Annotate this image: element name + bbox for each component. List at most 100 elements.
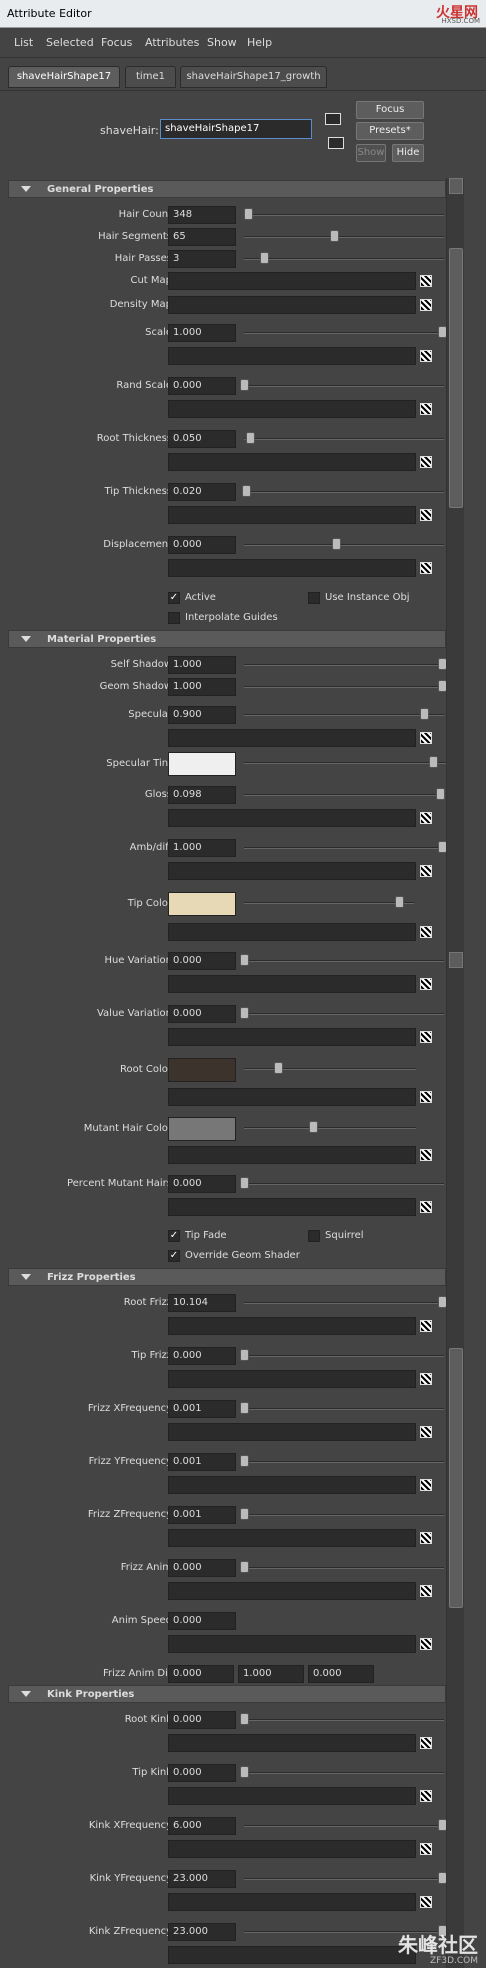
specular-map-field[interactable]: [168, 729, 416, 747]
slider-handle[interactable]: [438, 1872, 446, 1884]
menu-focus[interactable]: Focus: [101, 36, 132, 49]
slider-handle[interactable]: [438, 680, 446, 692]
tip-fade-checkbox[interactable]: ✓: [168, 1230, 180, 1242]
menu-list[interactable]: List: [14, 36, 33, 49]
slider-handle[interactable]: [260, 252, 269, 264]
map-button-icon[interactable]: [420, 1031, 432, 1043]
frizz-anim-field[interactable]: 0.000: [168, 1559, 236, 1577]
hide-button[interactable]: Hide: [392, 144, 424, 162]
slider-handle[interactable]: [242, 485, 251, 497]
specular-tint-swatch[interactable]: [168, 752, 236, 776]
map-button-icon[interactable]: [420, 350, 432, 362]
tip-thickness-field[interactable]: 0.020: [168, 483, 236, 501]
tip-color-map-field[interactable]: [168, 923, 416, 941]
map-button-icon[interactable]: [420, 1790, 432, 1802]
section-frizz[interactable]: Frizz Properties: [8, 1268, 446, 1286]
rand-scale-field[interactable]: 0.000: [168, 377, 236, 395]
mutant-color-slider[interactable]: [244, 1121, 416, 1133]
slider-handle[interactable]: [429, 756, 439, 768]
gloss-map-field[interactable]: [168, 809, 416, 827]
scale-slider[interactable]: [244, 326, 446, 338]
frizz-xfreq-field[interactable]: 0.001: [168, 1400, 236, 1418]
tab-time1[interactable]: time1: [125, 66, 176, 88]
frizz-zfreq-field[interactable]: 0.001: [168, 1506, 236, 1524]
focus-button[interactable]: Focus: [356, 101, 424, 119]
menu-show[interactable]: Show: [207, 36, 237, 49]
frizz-zfreq-map-field[interactable]: [168, 1529, 416, 1547]
scrollbar[interactable]: [446, 178, 464, 1968]
root-frizz-map-field[interactable]: [168, 1317, 416, 1335]
density-map-field[interactable]: [168, 296, 416, 314]
tip-kink-field[interactable]: 0.000: [168, 1764, 236, 1782]
input-connection-icon[interactable]: [325, 113, 341, 125]
value-variation-field[interactable]: 0.000: [168, 1005, 236, 1023]
frizz-xfreq-map-field[interactable]: [168, 1423, 416, 1441]
slider-handle[interactable]: [240, 379, 249, 391]
menu-attributes[interactable]: Attributes: [145, 36, 199, 49]
frizz-zfreq-slider[interactable]: [240, 1508, 444, 1520]
percent-mutant-slider[interactable]: [240, 1177, 444, 1189]
map-button-icon[interactable]: [420, 1479, 432, 1491]
map-button-icon[interactable]: [420, 509, 432, 521]
mutant-color-swatch[interactable]: [168, 1117, 236, 1141]
hue-variation-map-field[interactable]: [168, 975, 416, 993]
output-connection-icon[interactable]: [328, 137, 344, 149]
map-button-icon[interactable]: [420, 403, 432, 415]
interpolate-guides-checkbox[interactable]: [168, 612, 180, 624]
hair-segments-slider[interactable]: [244, 230, 444, 242]
frizz-yfreq-field[interactable]: 0.001: [168, 1453, 236, 1471]
tip-thickness-slider[interactable]: [242, 485, 444, 497]
slider-handle[interactable]: [438, 326, 446, 338]
frizz-yfreq-slider[interactable]: [240, 1455, 444, 1467]
slider-handle[interactable]: [438, 658, 446, 670]
show-button[interactable]: Show: [356, 144, 386, 162]
geom-shadow-field[interactable]: 1.000: [168, 678, 236, 696]
root-frizz-field[interactable]: 10.104: [168, 1294, 236, 1312]
rand-scale-slider[interactable]: [240, 379, 444, 391]
root-color-swatch[interactable]: [168, 1058, 236, 1082]
frizz-anim-slider[interactable]: [240, 1561, 444, 1573]
root-kink-map-field[interactable]: [168, 1734, 416, 1752]
frizz-yfreq-map-field[interactable]: [168, 1476, 416, 1494]
rand-scale-map-field[interactable]: [168, 400, 416, 418]
slider-handle[interactable]: [330, 230, 339, 242]
map-button-icon[interactable]: [420, 1373, 432, 1385]
map-button-icon[interactable]: [420, 1737, 432, 1749]
amb-diff-field[interactable]: 1.000: [168, 839, 236, 857]
map-button-icon[interactable]: [420, 978, 432, 990]
root-color-slider[interactable]: [244, 1062, 416, 1074]
map-button-icon[interactable]: [420, 275, 432, 287]
scrollbar-thumb[interactable]: [449, 248, 463, 508]
tip-frizz-map-field[interactable]: [168, 1370, 416, 1388]
tip-kink-map-field[interactable]: [168, 1787, 416, 1805]
tip-color-swatch[interactable]: [168, 892, 236, 916]
root-frizz-slider[interactable]: [244, 1296, 446, 1308]
map-button-icon[interactable]: [420, 1532, 432, 1544]
map-button-icon[interactable]: [420, 1149, 432, 1161]
menu-help[interactable]: Help: [247, 36, 272, 49]
scale-field[interactable]: 1.000: [168, 324, 236, 342]
kink-yfreq-slider[interactable]: [244, 1872, 446, 1884]
tip-color-slider[interactable]: [244, 896, 414, 908]
root-kink-slider[interactable]: [240, 1713, 444, 1725]
displacement-slider[interactable]: [244, 538, 444, 550]
frizz-anim-dir-z-field[interactable]: 0.000: [308, 1665, 374, 1683]
cut-map-field[interactable]: [168, 272, 416, 290]
slider-handle[interactable]: [436, 788, 445, 800]
anim-speed-field[interactable]: 0.000: [168, 1612, 236, 1630]
value-variation-slider[interactable]: [240, 1007, 444, 1019]
kink-xfreq-slider[interactable]: [244, 1819, 446, 1831]
section-general[interactable]: General Properties: [8, 180, 446, 198]
map-button-icon[interactable]: [420, 1638, 432, 1650]
presets-button[interactable]: Presets*: [356, 122, 424, 140]
root-kink-field[interactable]: 0.000: [168, 1711, 236, 1729]
map-button-icon[interactable]: [420, 812, 432, 824]
map-button-icon[interactable]: [420, 1843, 432, 1855]
slider-handle[interactable]: [240, 1508, 249, 1520]
override-geom-checkbox[interactable]: ✓: [168, 1250, 180, 1262]
menu-selected[interactable]: Selected: [46, 36, 94, 49]
specular-slider[interactable]: [244, 708, 444, 720]
self-shadow-field[interactable]: 1.000: [168, 656, 236, 674]
slider-handle[interactable]: [240, 1177, 249, 1189]
slider-handle[interactable]: [274, 1062, 284, 1074]
